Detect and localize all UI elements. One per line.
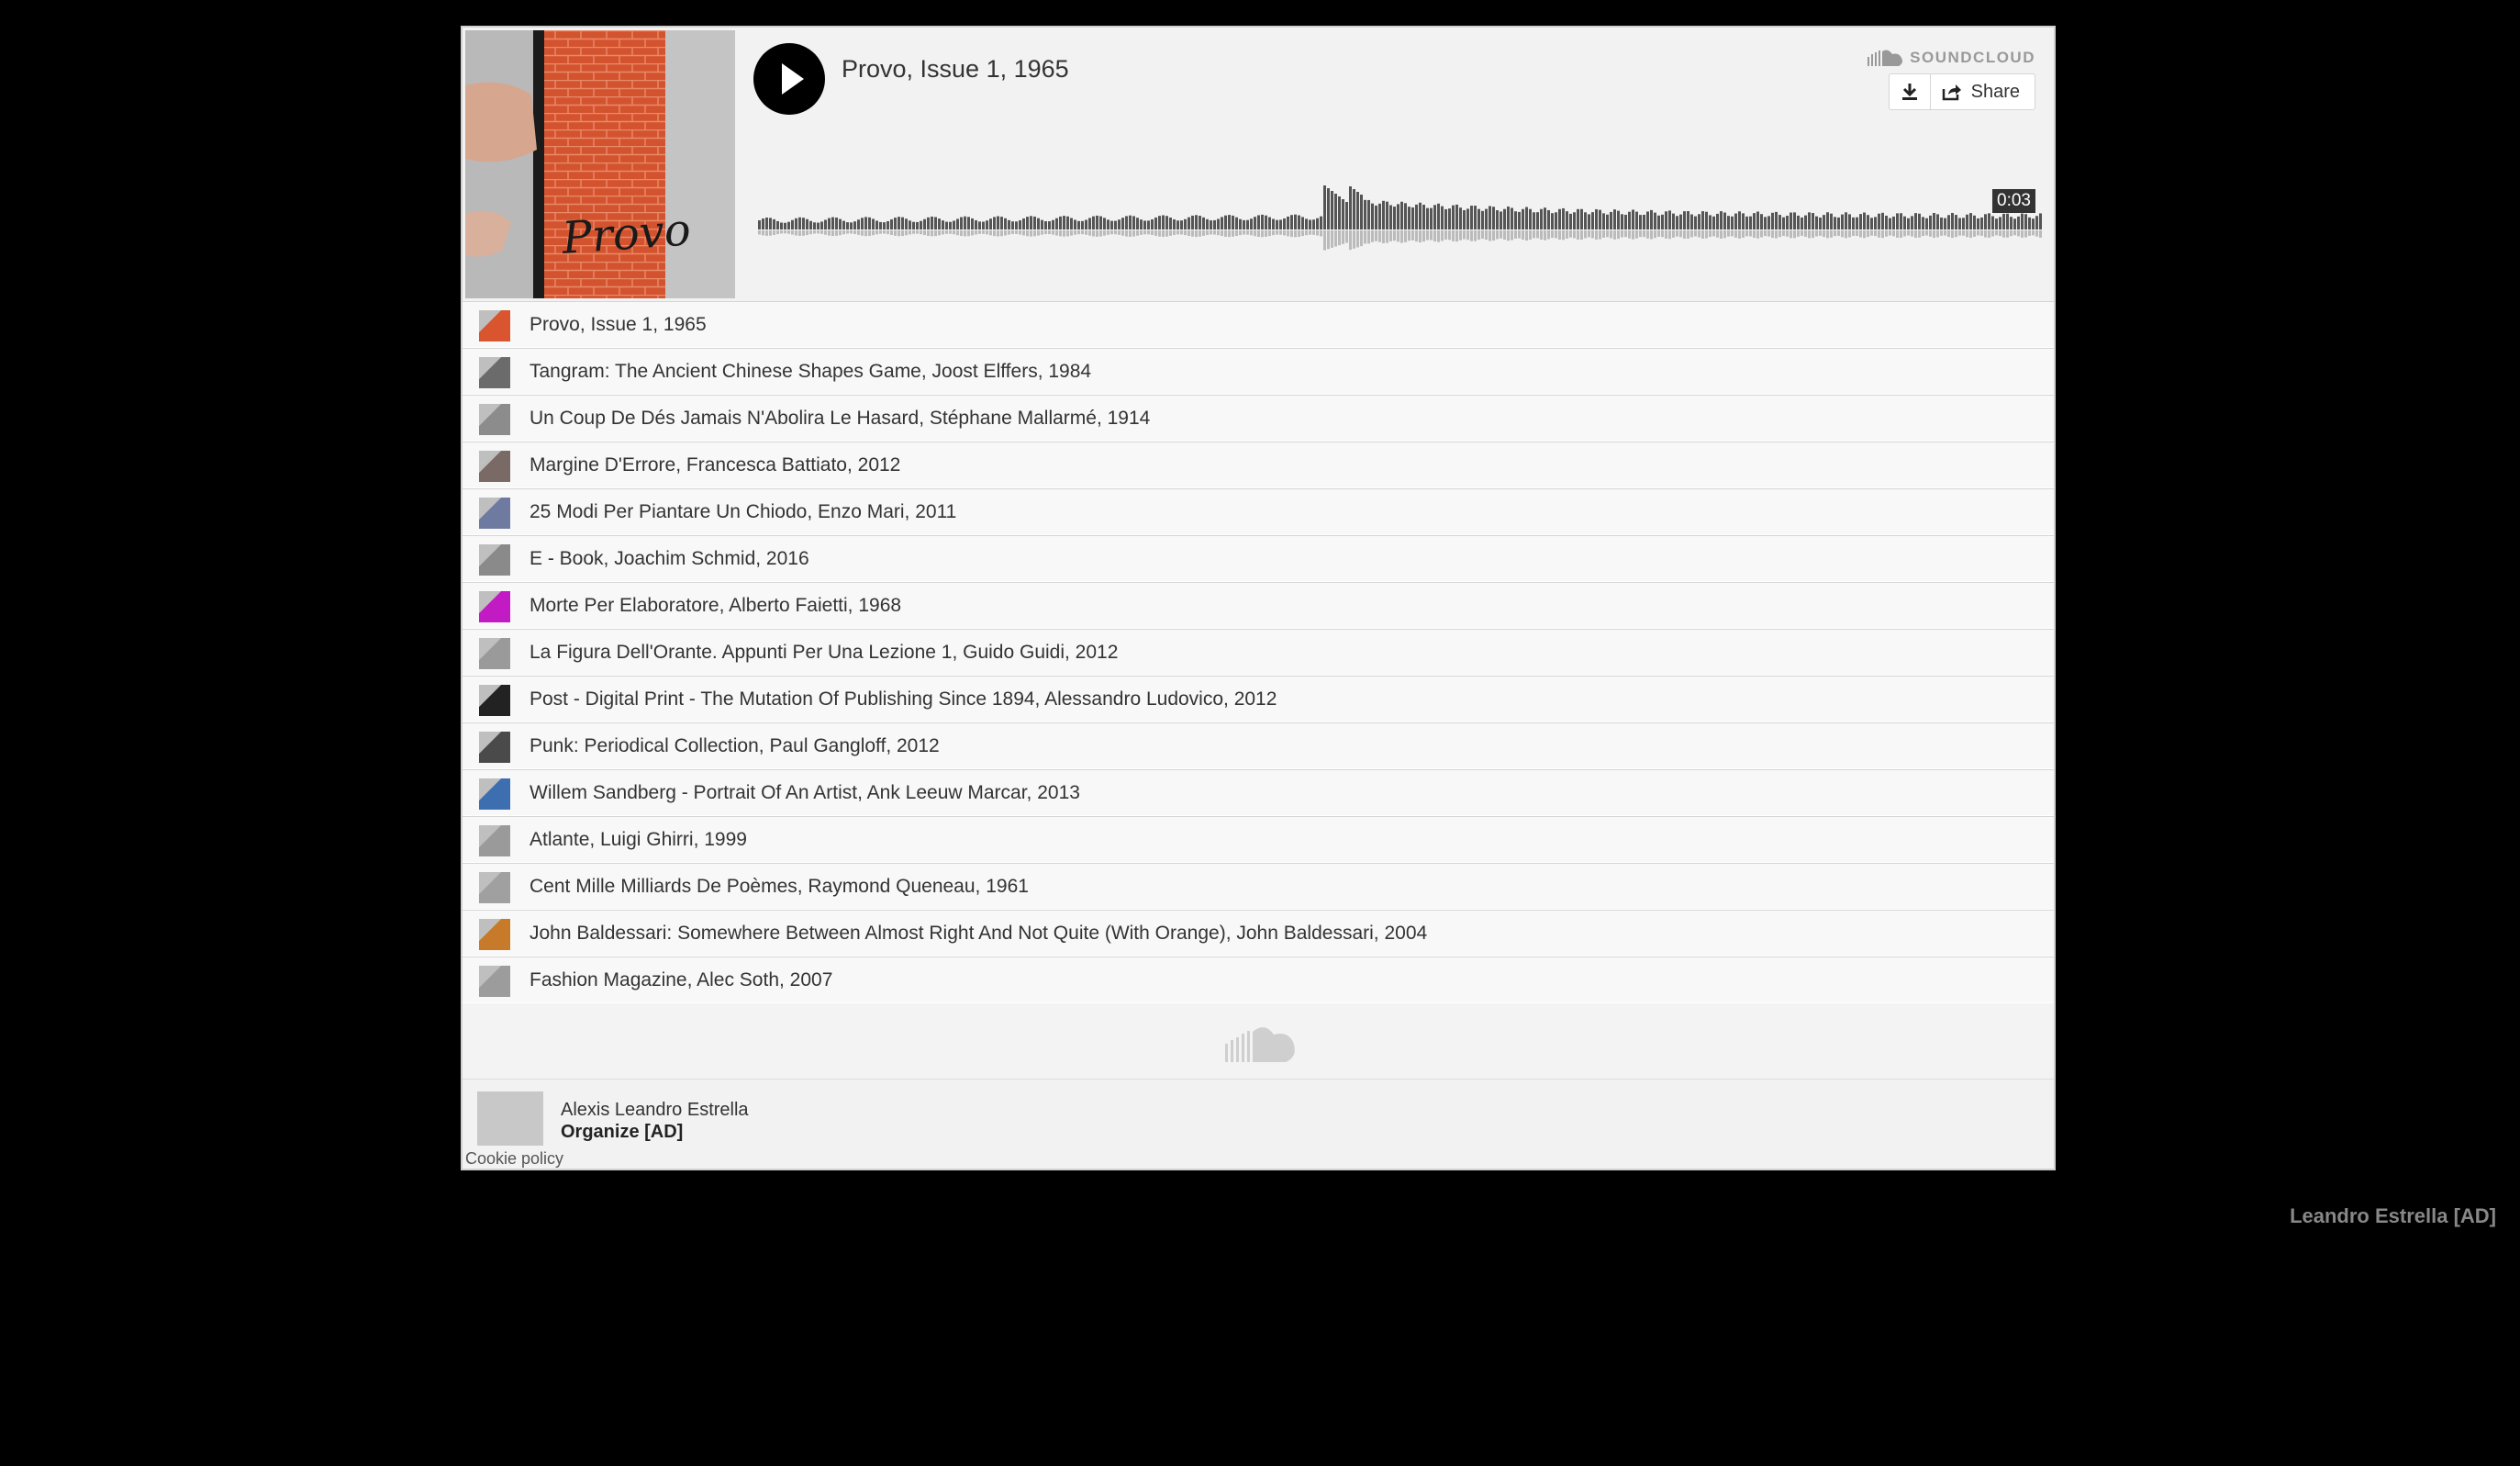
current-track-title[interactable]: Provo, Issue 1, 1965 (842, 55, 1069, 84)
track-row[interactable]: 25 Modi Per Piantare Un Chiodo, Enzo Mar… (463, 488, 2054, 535)
track-title: Punk: Periodical Collection, Paul Ganglo… (530, 735, 940, 756)
avatar[interactable] (477, 1091, 543, 1146)
page-author-link[interactable]: Leandro Estrella [AD] (2290, 1204, 2496, 1228)
soundcloud-cloud-icon (1225, 1027, 1295, 1062)
track-row[interactable]: La Figura Dell'Orante. Appunti Per Una L… (463, 629, 2054, 676)
track-title: Tangram: The Ancient Chinese Shapes Game… (530, 361, 1092, 382)
track-thumbnail (479, 404, 510, 435)
track-title: Un Coup De Dés Jamais N'Abolira Le Hasar… (530, 408, 1151, 429)
tracklist: Provo, Issue 1, 1965 Tangram: The Ancient… (463, 301, 2054, 1003)
track-title: Post - Digital Print - The Mutation Of P… (530, 688, 1277, 710)
download-icon (1901, 84, 1917, 100)
action-buttons: Share (1888, 73, 2035, 110)
track-row[interactable]: Willem Sandberg - Portrait Of An Artist,… (463, 769, 2054, 816)
track-title: Morte Per Elaboratore, Alberto Faietti, … (530, 595, 902, 616)
artwork-image[interactable]: Provo (465, 30, 735, 298)
track-thumbnail (479, 919, 510, 950)
track-title: 25 Modi Per Piantare Un Chiodo, Enzo Mar… (530, 501, 957, 522)
track-row[interactable]: John Baldessari: Somewhere Between Almos… (463, 910, 2054, 957)
track-row[interactable]: Atlante, Luigi Ghirri, 1999 (463, 816, 2054, 863)
track-thumbnail (479, 451, 510, 482)
track-thumbnail (479, 591, 510, 622)
share-icon (1942, 84, 1961, 101)
track-row[interactable]: Morte Per Elaboratore, Alberto Faietti, … (463, 582, 2054, 629)
track-title: Fashion Magazine, Alec Soth, 2007 (530, 969, 833, 990)
cookie-policy-link[interactable]: Cookie policy (465, 1149, 563, 1169)
brand-label: SOUNDCLOUD (1910, 49, 2035, 66)
soundcloud-icon (1868, 50, 1903, 66)
track-title: Provo, Issue 1, 1965 (530, 314, 707, 335)
track-row[interactable]: Provo, Issue 1, 1965 (463, 301, 2054, 348)
track-title: Cent Mille Milliards De Poèmes, Raymond … (530, 876, 1029, 897)
share-button[interactable]: Share (1931, 74, 2035, 109)
track-thumbnail (479, 498, 510, 529)
track-thumbnail (479, 966, 510, 997)
track-title: John Baldessari: Somewhere Between Almos… (530, 923, 1428, 944)
footer: Alexis Leandro Estrella Organize [AD] Co… (463, 1079, 2054, 1169)
track-row[interactable]: Tangram: The Ancient Chinese Shapes Game… (463, 348, 2054, 395)
track-row[interactable]: Un Coup De Dés Jamais N'Abolira Le Hasar… (463, 395, 2054, 442)
track-thumbnail (479, 310, 510, 341)
download-button[interactable] (1890, 74, 1931, 109)
track-thumbnail (479, 638, 510, 669)
soundcloud-widget: Provo Provo, Issue 1, 1965 SOUNDCLOUD Sh… (461, 26, 2056, 1170)
track-title: Atlante, Luigi Ghirri, 1999 (530, 829, 747, 850)
user-name-link[interactable]: Alexis Leandro Estrella (561, 1100, 749, 1121)
time-display: 0:03 (1992, 189, 2035, 213)
track-row[interactable]: E - Book, Joachim Schmid, 2016 (463, 535, 2054, 582)
play-icon (782, 63, 804, 95)
player-header: Provo Provo, Issue 1, 1965 SOUNDCLOUD Sh… (463, 28, 2054, 301)
track-row[interactable]: Post - Digital Print - The Mutation Of P… (463, 676, 2054, 722)
waveform[interactable] (758, 147, 2043, 266)
track-thumbnail (479, 685, 510, 716)
track-title: La Figura Dell'Orante. Appunti Per Una L… (530, 642, 1119, 663)
set-name-link[interactable]: Organize [AD] (561, 1122, 683, 1143)
track-thumbnail (479, 872, 510, 903)
track-title: Margine D'Errore, Francesca Battiato, 20… (530, 454, 901, 476)
track-thumbnail (479, 544, 510, 576)
soundcloud-brand[interactable]: SOUNDCLOUD (1868, 48, 2035, 68)
track-thumbnail (479, 732, 510, 763)
track-thumbnail (479, 357, 510, 388)
track-row[interactable]: Punk: Periodical Collection, Paul Ganglo… (463, 722, 2054, 769)
track-row[interactable]: Cent Mille Milliards De Poèmes, Raymond … (463, 863, 2054, 910)
track-title: Willem Sandberg - Portrait Of An Artist,… (530, 782, 1080, 803)
share-label: Share (1970, 81, 2020, 102)
track-row[interactable]: Margine D'Errore, Francesca Battiato, 20… (463, 442, 2054, 488)
track-title: E - Book, Joachim Schmid, 2016 (530, 548, 809, 569)
artwork-text: Provo (560, 204, 693, 264)
track-row[interactable]: Fashion Magazine, Alec Soth, 2007 (463, 957, 2054, 1003)
play-button[interactable] (753, 43, 825, 115)
track-thumbnail (479, 778, 510, 810)
track-thumbnail (479, 825, 510, 856)
